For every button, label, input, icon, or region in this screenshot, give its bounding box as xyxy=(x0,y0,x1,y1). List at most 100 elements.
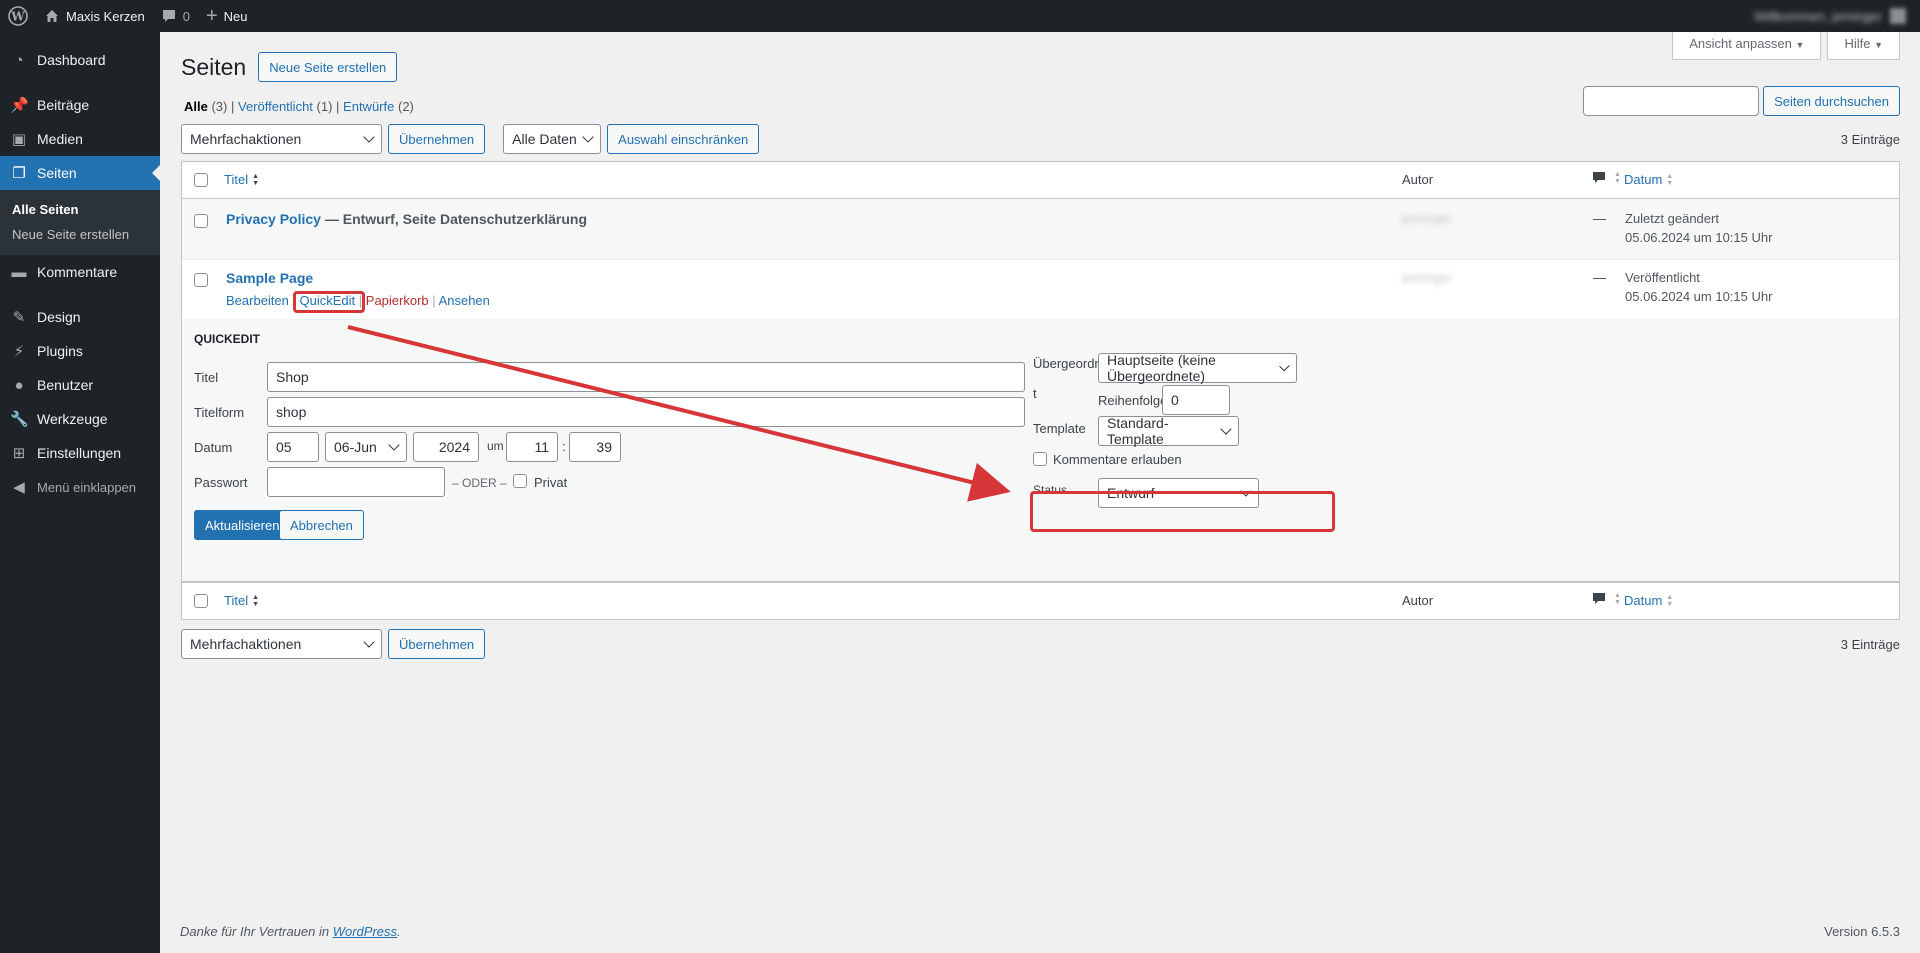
items-count: 3 Einträge xyxy=(1840,636,1900,652)
edit-link[interactable]: Bearbeiten xyxy=(226,293,289,308)
menu-item-posts[interactable]: 📌 Beiträge xyxy=(0,88,160,122)
comments-menu[interactable]: 0 xyxy=(153,0,198,32)
my-account-menu[interactable]: Willkommen, jeminger xyxy=(1754,8,1920,24)
dashboard-icon: ◔ xyxy=(14,51,24,69)
site-name-menu[interactable]: Maxis Kerzen xyxy=(36,0,153,32)
footer-thanks-suffix: . xyxy=(397,924,401,939)
separator: | xyxy=(336,99,344,114)
parent-value: Hauptseite (keine Übergeordnete) xyxy=(1107,352,1216,384)
menu-item-comments[interactable]: ▬ Kommentare xyxy=(0,255,160,289)
apply-button[interactable]: Übernehmen xyxy=(388,629,486,659)
search-pages-button[interactable]: Seiten durchsuchen xyxy=(1763,86,1900,116)
view-published-link[interactable]: Veröffentlicht xyxy=(238,99,313,114)
screen-options-label: Ansicht anpassen xyxy=(1689,36,1792,51)
update-button[interactable]: Aktualisieren xyxy=(194,510,291,540)
row-date: Zuletzt geändert 05.06.2024 um 10:15 Uhr xyxy=(1625,209,1772,247)
pages-icon: ❐ xyxy=(12,165,26,182)
menu-item-dashboard[interactable]: ◔ Dashboard xyxy=(0,43,160,77)
title-input[interactable]: Shop xyxy=(267,362,1025,392)
chevron-down-icon xyxy=(363,131,375,143)
comments-count: 0 xyxy=(182,8,190,24)
menu-item-users[interactable]: ● Benutzer xyxy=(0,368,160,402)
minute-input[interactable]: 39 xyxy=(569,432,621,462)
pages-table: Titel ▲ ▼ Autor ▲ ▼ Datum ▲ ▼ Privacy Polic… xyxy=(181,161,1900,620)
password-input[interactable] xyxy=(267,467,445,497)
settings-icon: ⊞ xyxy=(12,445,26,462)
column-title-sort[interactable]: Titel ▲ ▼ xyxy=(224,593,259,608)
bulk-actions-select[interactable]: Mehrfachaktionen xyxy=(181,124,382,154)
menu-label: Dashboard xyxy=(37,52,106,68)
column-comments-sort[interactable]: ▲ ▼ xyxy=(1592,592,1621,606)
help-button[interactable]: Hilfe ▼ xyxy=(1827,32,1900,60)
column-date-label: Datum xyxy=(1624,172,1663,187)
day-input[interactable]: 05 xyxy=(267,432,319,462)
column-comments-sort[interactable]: ▲ ▼ xyxy=(1592,171,1621,185)
cancel-button[interactable]: Abbrechen xyxy=(279,510,364,540)
row-checkbox[interactable] xyxy=(194,214,208,228)
month-select[interactable]: 06-Jun xyxy=(325,432,407,462)
menu-item-plugins[interactable]: ⚡ Plugins xyxy=(0,334,160,368)
view-published-count: (1) xyxy=(316,99,333,114)
search-input[interactable] xyxy=(1583,86,1760,116)
wordpress-logo-menu[interactable]: W xyxy=(0,0,36,32)
view-all-link[interactable]: Alle xyxy=(184,99,208,114)
chevron-down-icon xyxy=(363,636,375,648)
row-title-link[interactable]: Privacy Policy xyxy=(226,211,321,227)
comment-icon: ▬ xyxy=(11,263,27,281)
screen-options-button[interactable]: Ansicht anpassen ▼ xyxy=(1672,32,1822,60)
column-date-sort[interactable]: Datum ▲ ▼ xyxy=(1624,593,1673,608)
new-content-menu[interactable]: + Neu xyxy=(198,0,256,32)
menu-item-settings[interactable]: ⊞ Einstellungen xyxy=(0,436,160,470)
plugin-icon: ⚡ xyxy=(13,343,25,360)
menu-item-tools[interactable]: 🔧 Werkzeuge xyxy=(0,402,160,436)
hour-input[interactable]: 11 xyxy=(506,432,558,462)
select-all-checkbox[interactable] xyxy=(194,594,208,608)
comment-bubble-icon xyxy=(1593,593,1605,604)
collapse-arrow-icon: ◀ xyxy=(13,479,25,496)
caret-down-icon: ▼ xyxy=(1795,40,1805,50)
menu-item-pages[interactable]: ❐ Seiten xyxy=(0,156,160,190)
template-value: Standard-Template xyxy=(1107,415,1169,447)
menu-label: Benutzer xyxy=(37,377,94,393)
chevron-down-icon xyxy=(388,439,400,451)
parent-select[interactable]: Hauptseite (keine Übergeordnete) xyxy=(1098,352,1297,384)
bulk-actions-select[interactable]: Mehrfachaktionen xyxy=(181,629,382,659)
view-drafts-link[interactable]: Entwürfe xyxy=(343,99,394,114)
slug-input[interactable]: shop xyxy=(267,397,1025,427)
menu-item-appearance[interactable]: ✎ Design xyxy=(0,300,160,334)
allow-comments-checkbox[interactable] xyxy=(1033,452,1047,466)
select-all-checkbox[interactable] xyxy=(194,173,208,187)
date-filter-select[interactable]: Alle Daten xyxy=(503,124,602,154)
site-name: Maxis Kerzen xyxy=(66,8,145,24)
quickedit-highlight-box xyxy=(293,291,365,313)
row-author[interactable]: jeminger xyxy=(1402,270,1452,285)
submenu-add-new-page[interactable]: Neue Seite erstellen xyxy=(0,222,160,247)
row-checkbox[interactable] xyxy=(194,273,208,287)
view-link[interactable]: Ansehen xyxy=(439,293,490,308)
order-input[interactable]: 0 xyxy=(1162,385,1230,415)
private-checkbox[interactable] xyxy=(513,474,527,488)
add-new-page-button[interactable]: Neue Seite erstellen xyxy=(258,52,398,82)
wordpress-link[interactable]: WordPress xyxy=(333,924,397,939)
sort-arrows-icon: ▲ ▼ xyxy=(1666,593,1674,608)
sort-arrows-icon: ▲ ▼ xyxy=(252,593,260,608)
wordpress-logo-icon: W xyxy=(8,6,28,26)
row-author[interactable]: jeminger xyxy=(1402,211,1452,226)
submenu-all-pages[interactable]: Alle Seiten xyxy=(0,197,160,222)
menu-item-media[interactable]: ▣ Medien xyxy=(0,122,160,156)
collapse-menu-button[interactable]: ◀ Menü einklappen xyxy=(0,470,160,504)
month-value: 06-Jun xyxy=(334,439,377,455)
wrench-icon: 🔧 xyxy=(10,411,29,428)
column-title-sort[interactable]: Titel ▲ ▼ xyxy=(224,172,259,187)
year-input[interactable]: 2024 xyxy=(413,432,479,462)
password-label: Passwort xyxy=(194,475,248,490)
apply-button[interactable]: Übernehmen xyxy=(388,124,486,154)
template-select[interactable]: Standard-Template xyxy=(1098,415,1239,447)
column-date-sort[interactable]: Datum ▲ ▼ xyxy=(1624,172,1673,187)
screen-meta-links: Ansicht anpassen ▼ Hilfe ▼ xyxy=(1672,32,1900,60)
menu-label: Beiträge xyxy=(37,97,90,113)
row-title-link[interactable]: Sample Page xyxy=(226,270,313,286)
filter-button[interactable]: Auswahl einschränken xyxy=(607,124,760,154)
help-label: Hilfe xyxy=(1844,36,1871,51)
trash-link[interactable]: Papierkorb xyxy=(366,293,429,308)
